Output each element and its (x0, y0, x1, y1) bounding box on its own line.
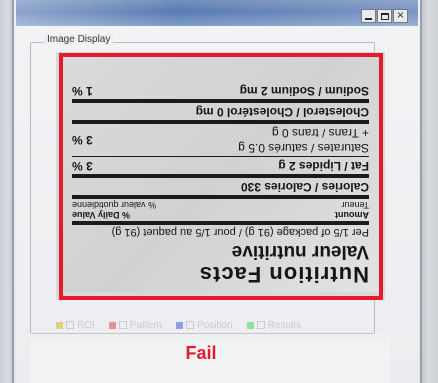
window-controls: × (360, 9, 408, 23)
close-icon: × (396, 10, 405, 21)
legend-item-results[interactable]: Results (246, 319, 301, 331)
roi-checkbox[interactable] (66, 321, 74, 329)
legend-label: Results (267, 319, 301, 331)
roi-color-swatch (56, 321, 63, 329)
position-checkbox[interactable] (186, 321, 195, 329)
maximize-button[interactable] (377, 9, 392, 23)
left-frame (0, 0, 14, 383)
position-color-swatch (176, 321, 184, 329)
right-frame (420, 0, 438, 383)
inspection-status: Fail (185, 343, 217, 363)
group-label: Image Display (44, 34, 114, 45)
close-button[interactable]: × (393, 9, 408, 23)
pattern-color-swatch (108, 321, 116, 329)
results-checkbox[interactable] (256, 321, 265, 329)
minimize-button[interactable] (361, 9, 376, 23)
legend-label: ROI (77, 319, 95, 331)
minimize-icon (365, 18, 372, 20)
legend-label: Pattern (129, 319, 163, 331)
pattern-checkbox[interactable] (118, 321, 127, 329)
legend-label: Position (197, 319, 233, 331)
title-bar[interactable]: × (16, 0, 418, 26)
legend-item-pattern[interactable]: Pattern (108, 319, 163, 331)
legend-item-roi[interactable]: ROI (56, 320, 95, 331)
legend-item-position[interactable]: Position (176, 320, 233, 331)
results-color-swatch (246, 321, 254, 329)
maximize-icon (380, 12, 389, 20)
inspection-roi-box (59, 53, 383, 300)
